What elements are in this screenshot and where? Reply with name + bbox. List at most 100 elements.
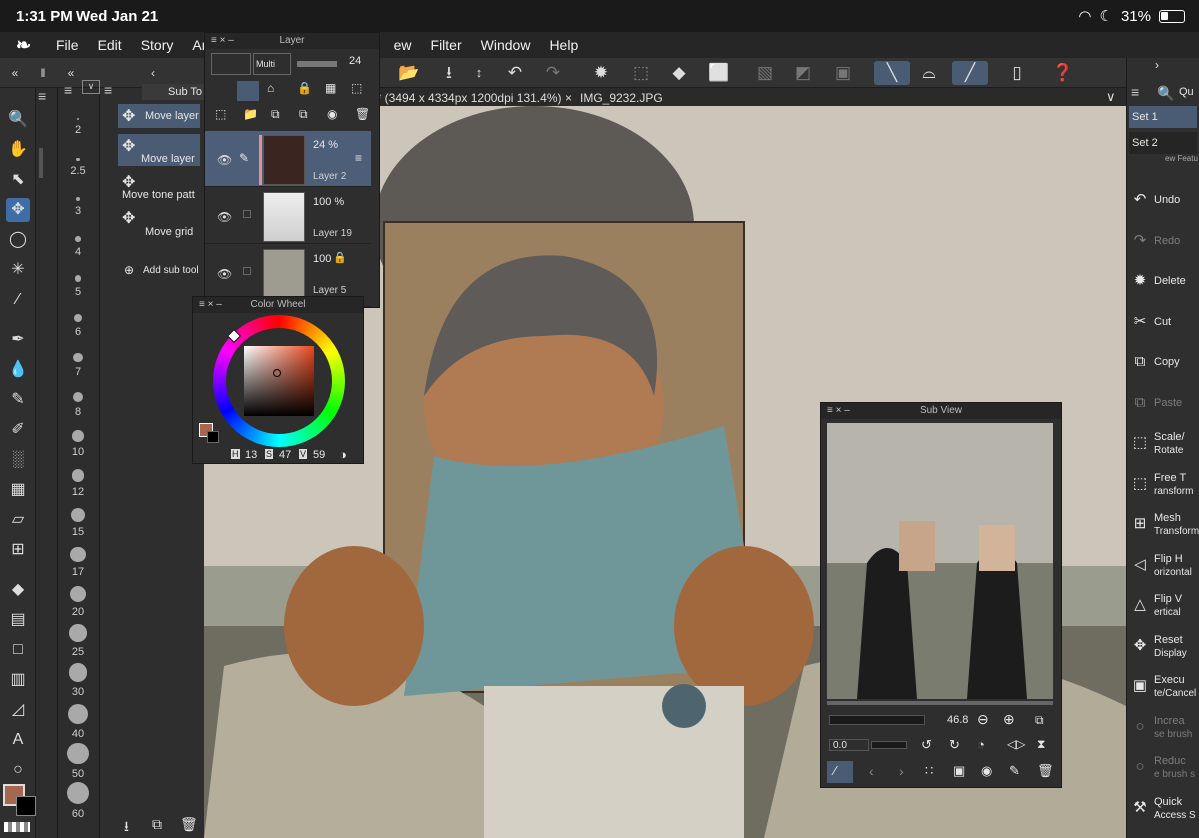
previous-image-icon[interactable]: ‹ <box>869 763 874 779</box>
reset-display-button[interactable]: ✥ Reset Display <box>1128 634 1198 664</box>
magic-wand-icon[interactable]: ✳ <box>6 258 30 282</box>
lock-icon[interactable]: 🔒 <box>297 81 312 95</box>
selection-icon[interactable]: ▣ <box>830 61 856 85</box>
pencil-icon[interactable]: ✎ <box>6 388 30 412</box>
chevron-right-icon[interactable]: › <box>1155 58 1159 72</box>
redo-button[interactable]: ↷ Redo <box>1128 229 1198 259</box>
grid-icon[interactable]: ∷ <box>925 763 933 779</box>
panel-controls[interactable]: ≡ × – <box>199 297 222 313</box>
next-image-icon[interactable]: › <box>899 763 904 779</box>
redo-icon[interactable]: ↷ <box>540 61 566 85</box>
operation-icon[interactable]: ⬉ <box>6 168 30 192</box>
menu-icon[interactable]: ≡ <box>104 82 112 98</box>
eye-icon[interactable]: 👁 <box>217 153 232 167</box>
undo-button[interactable]: ↶ Undo <box>1128 188 1198 218</box>
up-down-icon[interactable]: ↕ <box>466 61 492 85</box>
brush-size-dot[interactable] <box>71 469 85 482</box>
shape-icon[interactable]: □ <box>6 638 30 662</box>
merge-icon[interactable]: ⧉ <box>299 107 308 122</box>
menu-icon[interactable]: ≡ <box>38 88 46 104</box>
layer-type-select[interactable] <box>211 53 251 75</box>
cut-button[interactable]: ✂ Cut <box>1128 310 1198 340</box>
reference-icon[interactable]: ⬚ <box>351 81 362 95</box>
add-sub-tool-button[interactable]: Add sub tool <box>143 265 199 276</box>
reduce-brush-button[interactable]: ○ Reduc e brush s <box>1128 755 1198 785</box>
chevron-down-icon[interactable]: ∨ <box>1106 89 1116 105</box>
execute-cancel-button[interactable]: ▣ Execu te/Cancel <box>1128 674 1198 704</box>
brush-size-dot[interactable] <box>75 196 81 201</box>
pen-icon[interactable]: ✒ <box>6 328 30 352</box>
special-ruler-icon[interactable]: ╱ <box>952 61 988 85</box>
decoration-icon[interactable]: ░ <box>6 448 30 472</box>
sub-view-image[interactable] <box>827 423 1053 699</box>
flip-vertical-button[interactable]: △ Flip V ertical <box>1128 593 1198 623</box>
airbrush-icon[interactable]: ✐ <box>6 418 30 442</box>
brush-size-dot[interactable] <box>77 118 79 120</box>
subtool-item-move-grid[interactable]: Move grid <box>145 226 193 238</box>
increase-brush-button[interactable]: ○ Increa se brush <box>1128 715 1198 745</box>
rotation-slider[interactable] <box>871 741 907 749</box>
layer-row[interactable]: 👁 ✎ 24 % Layer 2 ≡ <box>205 131 371 187</box>
quick-access-settings-button[interactable]: ⚒ Quick Access S <box>1128 796 1198 826</box>
fill-bucket-icon[interactable]: ◆ <box>6 578 30 602</box>
gradient-icon[interactable]: ▤ <box>6 608 30 632</box>
horizontal-scrollbar[interactable] <box>827 701 1053 705</box>
lock-pixels-icon[interactable]: ▦ <box>325 81 336 95</box>
sub-color-swatch[interactable] <box>16 796 36 816</box>
fit-icon[interactable]: ⧉ <box>1035 713 1044 728</box>
chevron-left-icon[interactable]: ‹ <box>140 61 166 85</box>
save-icon[interactable]: ⭳ <box>436 61 462 85</box>
checkbox[interactable] <box>243 210 251 218</box>
pen-icon[interactable]: ✎ <box>239 151 249 165</box>
collapse-left-icon[interactable]: « <box>2 61 28 85</box>
brush-size-dot[interactable] <box>72 430 84 442</box>
menu-window[interactable]: Window <box>481 37 531 53</box>
brush-size-dot[interactable] <box>72 391 84 402</box>
scroll-handle[interactable] <box>39 148 43 178</box>
invert-selection-icon[interactable]: ◩ <box>790 61 816 85</box>
zoom-out-icon[interactable]: ⊖ <box>977 711 989 728</box>
clear-icon[interactable]: ⬚ <box>628 61 654 85</box>
copy-button[interactable]: ⧉ Copy <box>1128 350 1198 380</box>
undo-icon[interactable]: ↶ <box>502 61 528 85</box>
transform-icon[interactable]: ⬜ <box>706 61 732 85</box>
menu-help[interactable]: Help <box>549 37 578 53</box>
reset-rotation-icon[interactable]: ◔ <box>977 737 985 752</box>
lasso-icon[interactable]: ◯ <box>6 228 30 252</box>
search-icon[interactable]: 🔍 <box>1157 85 1174 102</box>
fill-icon[interactable]: ◆ <box>666 61 692 85</box>
free-transform-button[interactable]: ⬚ Free Transform <box>1128 472 1198 502</box>
zoom-slider[interactable] <box>829 715 925 725</box>
brush-size-dot[interactable] <box>74 275 82 282</box>
brush-size-dot[interactable] <box>67 742 89 764</box>
eyedropper-toggle[interactable]: ∕ <box>827 761 853 783</box>
tab-quick-access[interactable]: Qu <box>1179 86 1194 98</box>
rotation-field[interactable]: 0.0 <box>829 739 869 751</box>
trash-icon[interactable]: 🗑 <box>180 816 198 833</box>
rotate-left-icon[interactable]: ↺ <box>921 737 932 753</box>
scale-rotate-button[interactable]: ⬚ Scale/Rotate <box>1128 431 1198 461</box>
brush-snap-icon[interactable]: ⌓ <box>916 61 942 85</box>
drops-icon[interactable]: 💧 <box>6 358 30 382</box>
hand-icon[interactable]: ✋ <box>6 138 30 162</box>
checkbox[interactable] <box>243 267 251 275</box>
menu-edit[interactable]: Edit <box>98 37 122 53</box>
paste-button[interactable]: ⧉ Paste <box>1128 391 1198 421</box>
menu-icon[interactable]: ≡ <box>355 151 362 165</box>
brush-size-dot[interactable] <box>68 704 88 724</box>
brush-size-dot[interactable] <box>69 624 87 642</box>
tab-current-document[interactable]: 7* (3494 x 4334px 1200dpi 131.4%) <box>370 91 561 105</box>
camera-icon[interactable]: ◉ <box>981 763 992 779</box>
menu-filter[interactable]: Filter <box>431 37 462 53</box>
grip-icon[interactable]: ‖ <box>30 61 56 85</box>
opacity-slider[interactable] <box>297 61 337 67</box>
ruler-snap-icon[interactable]: ╲ <box>874 61 910 85</box>
import-image-icon[interactable]: ▣ <box>953 763 965 779</box>
balloon-icon[interactable]: ○ <box>6 758 30 782</box>
color-picker-cursor[interactable] <box>273 369 281 377</box>
delete-button[interactable]: ✹ Delete <box>1128 269 1198 299</box>
brush-size-dot[interactable] <box>73 352 83 362</box>
saturation-value-square[interactable] <box>244 346 314 416</box>
brush-size-dot[interactable] <box>66 781 90 804</box>
loading-icon[interactable]: ✹ <box>588 61 614 85</box>
